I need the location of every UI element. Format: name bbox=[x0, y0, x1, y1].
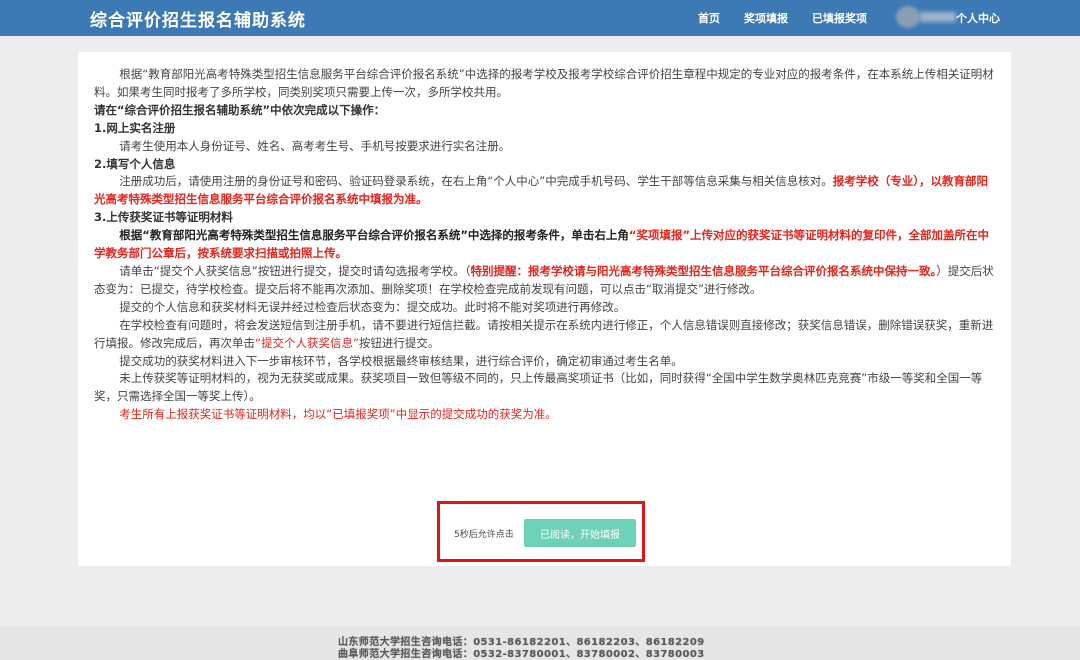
start-filling-button[interactable]: 已阅读，开始填报 bbox=[524, 519, 636, 547]
redacted-username bbox=[920, 12, 956, 22]
nav-personal-center-link[interactable]: 个人中心 bbox=[956, 10, 1000, 26]
step1-text: 请考生使用本人身份证号、姓名、高考考生号、手机号按要求进行实名注册。 bbox=[119, 138, 511, 153]
nav-submitted-awards-link[interactable]: 已填报奖项 bbox=[812, 10, 867, 26]
user-avatar[interactable] bbox=[896, 6, 920, 28]
instructions-card: 根据“教育部阳光高考特殊类型招生信息服务平台综合评价报名系统”中选择的报考学校及… bbox=[78, 52, 1011, 566]
final-red-note: 考生所有上报获奖证书等证明材料，均以“已填报奖项”中显示的提交成功的获奖为准。 bbox=[119, 407, 557, 422]
step1-title: 1.网上实名注册 bbox=[94, 120, 176, 135]
problem-text-b: 按钮进行提交。 bbox=[358, 335, 440, 350]
nav-home-link[interactable]: 首页 bbox=[698, 10, 720, 26]
problem-text-a: 在学校检查有问题时，将会发送短信到注册手机，请不要进行短信拦截。请按相关提示在系… bbox=[94, 317, 994, 350]
submit-red-reminder: 特别提醒：报考学校请与阳光高考特殊类型招生信息服务平台综合评价报名系统中保持一致… bbox=[470, 263, 937, 278]
instructions-text: 根据“教育部阳光高考特殊类型招生信息服务平台综合评价报名系统”中选择的报考学校及… bbox=[94, 66, 996, 424]
submit-paragraph: 请单击“提交个人获奖信息”按钮进行提交，提交时请勾选报考学校。（特别提醒：报考学… bbox=[94, 263, 996, 299]
highlight-box: 5秒后允许点击 已阅读，开始填报 bbox=[437, 501, 645, 562]
problem-paragraph: 在学校检查有问题时，将会发送短信到注册手机，请不要进行短信拦截。请按相关提示在系… bbox=[94, 317, 996, 353]
review-paragraph: 提交成功的获奖材料进入下一步审核环节，各学校根据最终审核结果，进行综合评价，确定… bbox=[119, 353, 683, 368]
intro-paragraph: 根据“教育部阳光高考特殊类型招生信息服务平台综合评价报名系统”中选择的报考学校及… bbox=[94, 67, 994, 99]
footer-contact-line-2: 曲阜师范大学招生咨询电话：0532-83780001、83780002、8378… bbox=[338, 649, 705, 660]
nav-award-fill-link[interactable]: 奖项填报 bbox=[744, 10, 788, 26]
submit-text-a: 请单击“提交个人获奖信息”按钮进行提交，提交时请勾选报考学校。（ bbox=[119, 263, 471, 278]
step2-title: 2.填写个人信息 bbox=[94, 156, 176, 171]
countdown-label: 5秒后允许点击 bbox=[454, 530, 514, 540]
step3-paragraph: 根据“教育部阳光高考特殊类型招生信息服务平台综合评价报名系统”中选择的报考条件，… bbox=[94, 227, 996, 263]
top-navigation-bar: 综合评价招生报名辅助系统 首页 奖项填报 已填报奖项 个人中心 bbox=[0, 0, 1080, 36]
app-title: 综合评价招生报名辅助系统 bbox=[90, 11, 306, 31]
no-upload-paragraph: 未上传获奖等证明材料的，视为无获奖或成果。获奖项目一致但等级不同的，只上传最高奖… bbox=[94, 371, 983, 404]
steps-title: 请在“综合评价招生报名辅助系统”中依次完成以下操作： bbox=[94, 102, 386, 117]
step3-title: 3.上传获奖证书等证明材料 bbox=[94, 210, 233, 225]
success-paragraph: 提交的个人信息和获奖材料无误并经过检查后状态变为：提交成功。此时将不能对奖项进行… bbox=[119, 299, 626, 314]
problem-red-button-name: “提交个人获奖信息” bbox=[255, 335, 359, 350]
step3-text: 根据“教育部阳光高考特殊类型招生信息服务平台综合评价报名系统”中选择的报考条件，… bbox=[119, 228, 629, 243]
step2-paragraph: 注册成功后，请使用注册的身份证号和密码、验证码登录系统，在右上角“个人中心”中完… bbox=[94, 173, 996, 209]
footer: 山东师范大学招生咨询电话：0531-86182201、86182203、8618… bbox=[0, 626, 1080, 660]
step2-text: 注册成功后，请使用注册的身份证号和密码、验证码登录系统，在右上角“个人中心”中完… bbox=[119, 174, 833, 189]
